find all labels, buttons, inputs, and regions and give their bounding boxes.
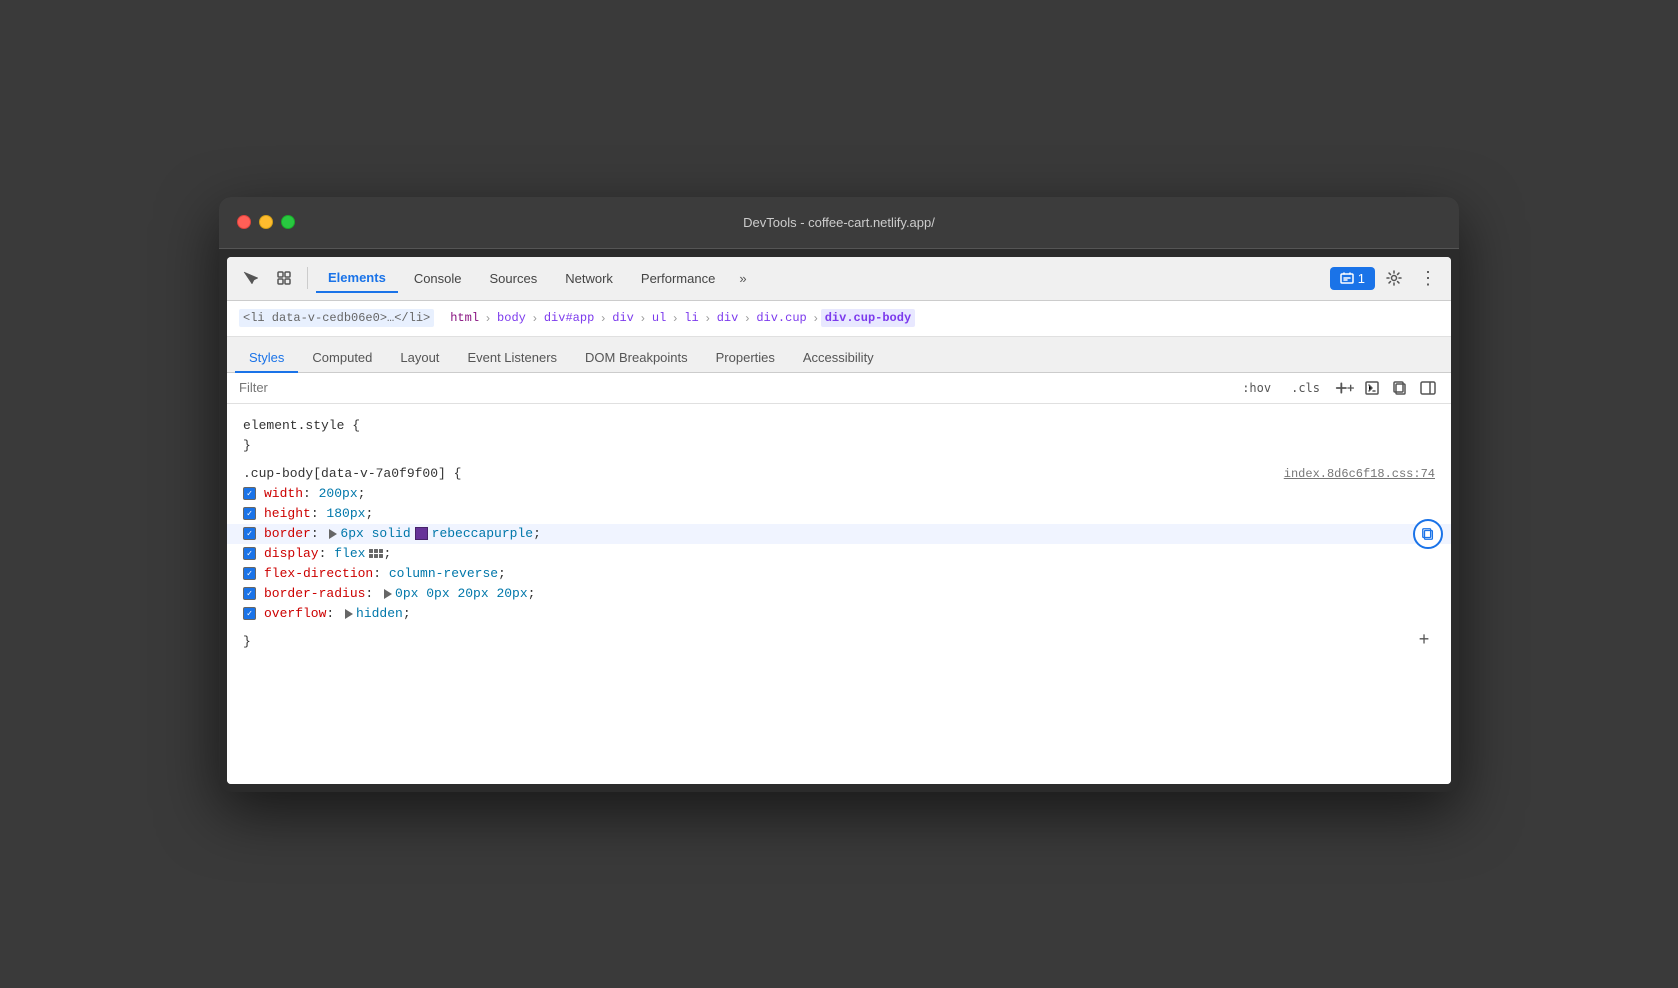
settings-icon[interactable] [1379,263,1409,293]
cup-body-selector: .cup-body[data-v-7a0f9f00] { [243,466,461,481]
subtab-dom-breakpoints[interactable]: DOM Breakpoints [571,344,702,373]
tab-elements[interactable]: Elements [316,264,398,293]
filter-input[interactable] [239,380,1227,395]
selected-dom-element: <li data-v-cedb06e0>…</li> [239,309,434,327]
element-style-block: element.style { } [227,412,1451,460]
breadcrumb-div-cup[interactable]: div.cup [752,309,810,327]
css-pane: element.style { } .cup-body[data-v-7a0f9… [227,404,1451,784]
tab-network[interactable]: Network [553,265,625,292]
tab-console[interactable]: Console [402,265,474,292]
titlebar: DevTools - coffee-cart.netlify.app/ [219,197,1459,249]
element-style-selector: element.style { [243,418,360,433]
layers-icon[interactable] [269,263,299,293]
border-radius-checkbox[interactable] [243,587,256,600]
add-style-button[interactable] [1333,377,1355,399]
subtab-layout[interactable]: Layout [386,344,453,373]
more-tabs-button[interactable]: » [731,265,754,292]
border-color-name[interactable]: rebeccapurple [432,526,533,541]
issues-count: 1 [1358,271,1365,286]
subtoolbar: Styles Computed Layout Event Listeners D… [227,337,1451,373]
breadcrumb-ul[interactable]: ul [648,309,670,327]
dom-breadcrumb-bar: <li data-v-cedb06e0>…</li> html › body ›… [227,301,1451,337]
toolbar-right: 1 ⋮ [1330,263,1443,293]
computed-style-icon[interactable] [1361,377,1383,399]
css-property-flex-direction: flex-direction : column-reverse ; [227,564,1451,584]
border-radius-prop-value[interactable]: 0px 0px 20px 20px [395,586,528,601]
main-toolbar: Elements Console Sources Network Perform… [227,257,1451,301]
border-checkbox[interactable] [243,527,256,540]
border-triangle[interactable] [329,529,337,539]
border-color-swatch[interactable] [415,527,428,540]
overflow-prop-name[interactable]: overflow [264,606,326,621]
devtools-panel: Elements Console Sources Network Perform… [227,257,1451,784]
cup-body-block: .cup-body[data-v-7a0f9f00] { index.8d6c6… [227,460,1451,664]
flex-grid-icon[interactable] [369,549,383,558]
overflow-triangle[interactable] [345,609,353,619]
tab-sources[interactable]: Sources [478,265,550,292]
display-prop-value[interactable]: flex [334,546,365,561]
css-property-width: width : 200px ; [227,484,1451,504]
height-checkbox[interactable] [243,507,256,520]
breadcrumb-div-cup-body[interactable]: div.cup-body [821,309,915,327]
display-prop-name[interactable]: display [264,546,319,561]
overflow-checkbox[interactable] [243,607,256,620]
display-checkbox[interactable] [243,547,256,560]
copy-all-icon[interactable] [1389,377,1411,399]
subtab-computed[interactable]: Computed [298,344,386,373]
css-property-border: border : 6px solid rebeccapurple ; [227,524,1451,544]
css-close-brace: } [243,634,251,649]
tab-performance[interactable]: Performance [629,265,727,292]
css-file-link[interactable]: index.8d6c6f18.css:74 [1284,467,1435,481]
add-rule-button[interactable]: + [1413,630,1435,652]
close-button[interactable] [237,215,251,229]
flex-direction-checkbox[interactable] [243,567,256,580]
filter-bar: :hov .cls [227,373,1451,404]
cup-body-selector-line: .cup-body[data-v-7a0f9f00] { index.8d6c6… [227,464,1451,484]
toolbar-divider [307,267,308,289]
maximize-button[interactable] [281,215,295,229]
hov-button[interactable]: :hov [1235,378,1278,398]
flex-direction-prop-name[interactable]: flex-direction [264,566,373,581]
width-checkbox[interactable] [243,487,256,500]
css-close-brace-line: } + [227,624,1451,660]
breadcrumb-li[interactable]: li [680,309,702,327]
border-prop-value[interactable]: 6px solid [340,526,410,541]
traffic-lights [237,215,295,229]
css-property-border-radius: border-radius : 0px 0px 20px 20px ; [227,584,1451,604]
overflow-prop-value[interactable]: hidden [356,606,403,621]
toggle-sidebar-icon[interactable] [1417,377,1439,399]
border-radius-prop-name[interactable]: border-radius [264,586,365,601]
more-options-icon[interactable]: ⋮ [1413,263,1443,293]
cls-button[interactable]: .cls [1284,378,1327,398]
css-property-display: display : flex ; [227,544,1451,564]
border-radius-triangle[interactable] [384,589,392,599]
breadcrumb-div-app[interactable]: div#app [540,309,598,327]
width-prop-value[interactable]: 200px [319,486,358,501]
subtab-accessibility[interactable]: Accessibility [789,344,888,373]
height-prop-name[interactable]: height [264,506,311,521]
breadcrumb-body[interactable]: body [493,309,530,327]
filter-actions: :hov .cls [1235,377,1439,399]
css-property-height: height : 180px ; [227,504,1451,524]
breadcrumb-div[interactable]: div [608,309,638,327]
issues-badge[interactable]: 1 [1330,267,1375,290]
subtab-properties[interactable]: Properties [702,344,789,373]
width-prop-name[interactable]: width [264,486,303,501]
breadcrumb-div2[interactable]: div [713,309,743,327]
css-property-overflow: overflow : hidden ; [227,604,1451,624]
element-style-close-brace: } [243,438,251,453]
subtab-styles[interactable]: Styles [235,344,298,373]
flex-direction-prop-value[interactable]: column-reverse [389,566,498,581]
breadcrumb-html[interactable]: html [446,309,483,327]
minimize-button[interactable] [259,215,273,229]
height-prop-value[interactable]: 180px [326,506,365,521]
cursor-icon[interactable] [235,263,265,293]
window-title: DevTools - coffee-cart.netlify.app/ [743,215,935,230]
element-style-close-line: } [227,436,1451,456]
devtools-window: DevTools - coffee-cart.netlify.app/ Elem… [219,197,1459,792]
border-prop-name[interactable]: border [264,526,311,541]
subtab-event-listeners[interactable]: Event Listeners [453,344,571,373]
element-style-selector-line: element.style { [227,416,1451,436]
